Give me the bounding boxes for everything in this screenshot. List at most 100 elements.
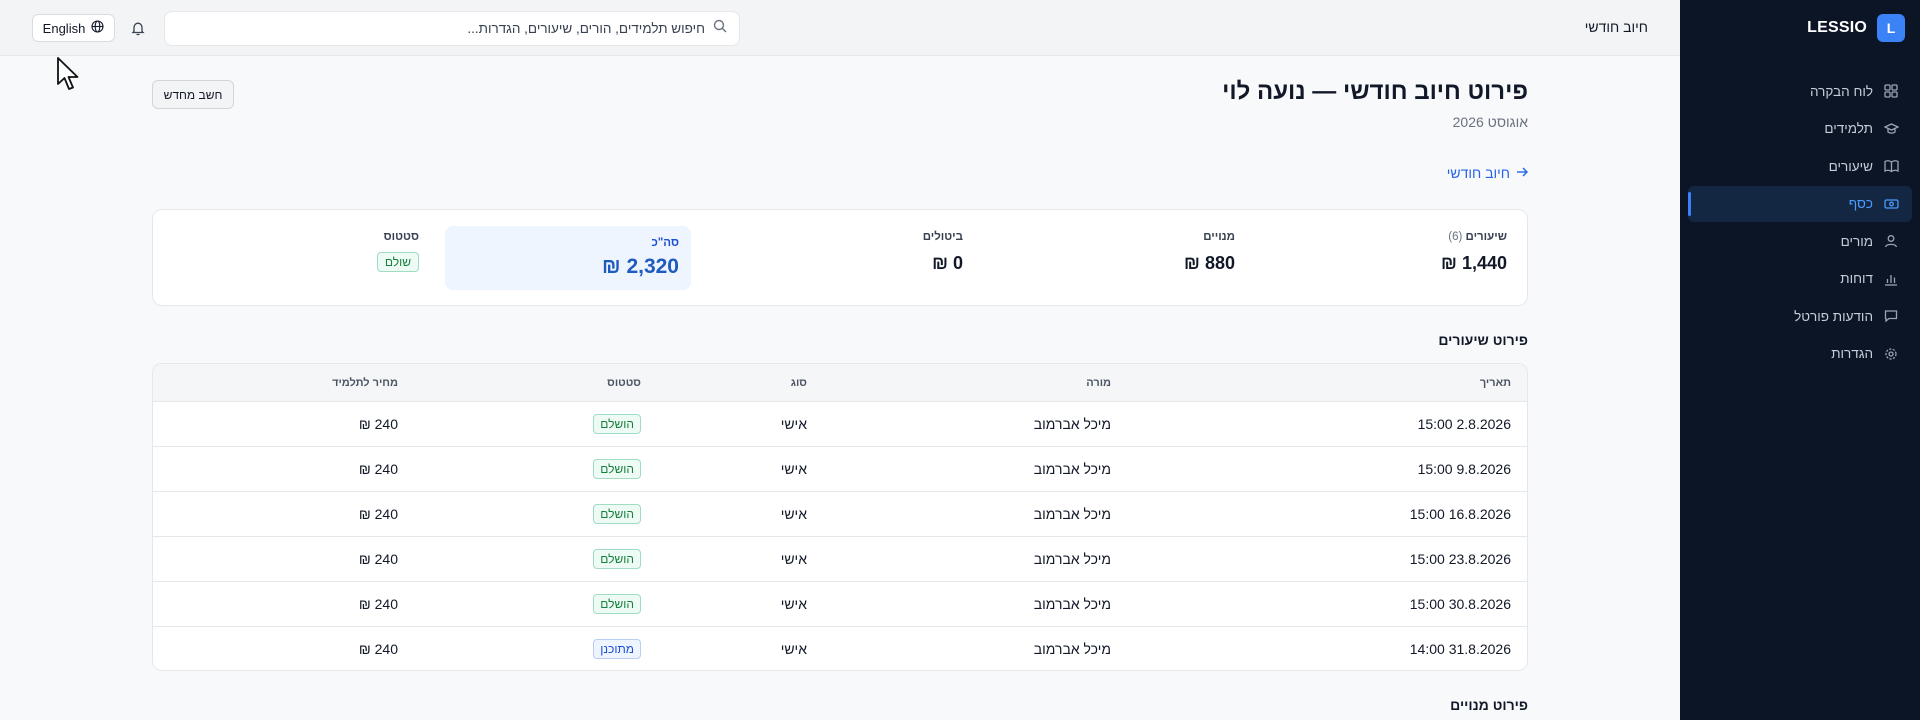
status-badge: הושלם — [593, 504, 641, 524]
cell-teacher: מיכל אברמוב — [1033, 461, 1111, 477]
cell-price: 240 ₪ — [358, 641, 398, 657]
stat-subscriptions-value: 880 ₪ — [1184, 253, 1235, 273]
user-icon — [1883, 233, 1899, 249]
status-badge: מתוכנן — [593, 639, 641, 659]
cell-type: אישי — [780, 506, 807, 522]
sidebar-item-label: דוחות — [1840, 271, 1873, 286]
status-badge: שולם — [376, 252, 419, 272]
stat-lessons-value: 1,440 ₪ — [1441, 253, 1507, 273]
cell-price: 240 ₪ — [358, 596, 398, 612]
cell-type: אישי — [780, 641, 807, 657]
page-subtitle: אוגוסט 2026 — [1452, 114, 1528, 130]
cell-type: אישי — [780, 551, 807, 567]
book-icon — [1883, 158, 1899, 174]
stat-lessons-label-text: שיעורים — [1465, 231, 1507, 243]
col-type[interactable]: סוג — [791, 377, 807, 389]
cell-type: אישי — [780, 461, 807, 477]
page-crumb: חיוב חודשי — [1584, 19, 1648, 35]
stat-lessons-label: שיעורים (6) — [1448, 231, 1507, 243]
table-row[interactable]: 23.8.2026 15:00 מיכל אברמוב אישי הושלם 2… — [153, 537, 1527, 582]
cell-type: אישי — [780, 596, 807, 612]
lessons-section-title: פירוט שיעורים — [1438, 332, 1528, 348]
language-button[interactable]: English — [32, 14, 115, 42]
col-price[interactable]: מחיר לתלמיד — [332, 377, 398, 389]
back-link-label: חיוב חודשי — [1446, 165, 1510, 181]
sidebar-item-money[interactable]: כסף — [1688, 185, 1912, 222]
table-row[interactable]: 2.8.2026 15:00 מיכל אברמוב אישי הושלם 24… — [153, 402, 1527, 447]
sidebar-item-lessons[interactable]: שיעורים — [1688, 148, 1912, 184]
language-label: English — [42, 20, 86, 36]
sidebar: L LESSIO לוח הבקרה תלמידים שיעורים כסף מ… — [1680, 0, 1920, 720]
cell-teacher: מיכל אברמוב — [1033, 551, 1111, 567]
sidebar-nav: לוח הבקרה תלמידים שיעורים כסף מורים דוחו… — [1680, 73, 1920, 372]
stat-cancellations-value: 0 ₪ — [932, 253, 963, 273]
stat-subscriptions-label: מנויים — [1203, 231, 1235, 243]
cell-date: 2.8.2026 15:00 — [1417, 416, 1511, 432]
col-status[interactable]: סטטוס — [607, 377, 641, 389]
cell-price: 240 ₪ — [358, 551, 398, 567]
search-input[interactable] — [177, 21, 705, 36]
stat-cancellations-label: ביטולים — [922, 231, 963, 243]
cell-teacher: מיכל אברמוב — [1033, 506, 1111, 522]
dashboard-icon — [1883, 83, 1899, 99]
stat-lessons-count: (6) — [1448, 231, 1463, 243]
cell-date: 23.8.2026 15:00 — [1409, 551, 1511, 567]
sidebar-item-label: מורים — [1840, 233, 1873, 249]
back-link[interactable]: חיוב חודשי — [1447, 165, 1528, 181]
cell-price: 240 ₪ — [358, 461, 398, 477]
sidebar-item-label: הודעות פורטל — [1794, 308, 1873, 324]
arrow-right-icon — [1516, 165, 1528, 181]
sidebar-item-teachers[interactable]: מורים — [1688, 223, 1912, 259]
status-badge: הושלם — [593, 414, 641, 434]
col-date[interactable]: תאריך — [1480, 377, 1511, 389]
subscriptions-section-title: פירוט מנויים — [1450, 697, 1528, 713]
table-row[interactable]: 30.8.2026 15:00 מיכל אברמוב אישי הושלם 2… — [153, 582, 1527, 627]
sidebar-item-students[interactable]: תלמידים — [1688, 111, 1912, 147]
stat-status-label: סטטוס — [383, 231, 419, 243]
cell-price: 240 ₪ — [358, 416, 398, 432]
summary-card: שיעורים (6) 1,440 ₪ מנויים 880 ₪ ביטולים… — [152, 209, 1528, 306]
money-icon — [1883, 196, 1899, 212]
sidebar-item-label: שיעורים — [1828, 158, 1873, 174]
sidebar-item-label: תלמידים — [1824, 121, 1873, 136]
sidebar-item-label: לוח הבקרה — [1810, 83, 1873, 99]
brand[interactable]: L LESSIO — [1680, 0, 1920, 56]
sidebar-item-label: כסף — [1848, 196, 1873, 211]
mouse-cursor-icon — [57, 57, 79, 90]
page-title: פירוט חיוב חודשי — נועה לוי — [1222, 78, 1528, 105]
sidebar-item-dashboard[interactable]: לוח הבקרה — [1688, 73, 1912, 109]
table-header: תאריך מורה סוג סטטוס מחיר לתלמיד — [153, 364, 1527, 402]
cell-date: 16.8.2026 15:00 — [1409, 506, 1511, 522]
cell-teacher: מיכל אברמוב — [1033, 416, 1111, 432]
sidebar-item-portal-messages[interactable]: הודעות פורטל — [1688, 298, 1912, 334]
cell-teacher: מיכל אברמוב — [1033, 596, 1111, 612]
cell-date: 30.8.2026 15:00 — [1409, 596, 1511, 612]
stat-total-value: 2,320 ₪ — [602, 255, 679, 278]
col-teacher[interactable]: מורה — [1086, 377, 1111, 389]
cell-type: אישי — [780, 416, 807, 432]
gear-icon — [1883, 346, 1899, 362]
stat-total: סה"כ 2,320 ₪ — [445, 226, 691, 290]
cell-teacher: מיכל אברמוב — [1033, 641, 1111, 657]
cell-date: 9.8.2026 15:00 — [1417, 461, 1511, 477]
search-box[interactable] — [164, 11, 740, 46]
sidebar-item-settings[interactable]: הגדרות — [1688, 336, 1912, 372]
table-row[interactable]: 31.8.2026 14:00 מיכל אברמוב אישי מתוכנן … — [153, 627, 1527, 670]
sidebar-item-label: הגדרות — [1831, 346, 1873, 361]
status-badge: הושלם — [593, 594, 641, 614]
status-badge: הושלם — [593, 549, 641, 569]
globe-icon — [91, 20, 104, 36]
cell-price: 240 ₪ — [358, 506, 398, 522]
brand-badge: L — [1877, 14, 1905, 42]
stat-total-label: סה"כ — [651, 237, 679, 249]
bell-icon[interactable] — [128, 18, 148, 38]
lessons-table: תאריך מורה סוג סטטוס מחיר לתלמיד 2.8.202… — [152, 363, 1528, 671]
message-icon — [1883, 308, 1899, 324]
cell-date: 31.8.2026 14:00 — [1409, 641, 1511, 657]
topbar: חיוב חודשי English — [0, 0, 1680, 56]
sidebar-item-reports[interactable]: דוחות — [1688, 261, 1912, 297]
recalculate-button[interactable]: חשב מחדש — [152, 80, 234, 109]
table-row[interactable]: 9.8.2026 15:00 מיכל אברמוב אישי הושלם 24… — [153, 447, 1527, 492]
bar-chart-icon — [1883, 271, 1899, 287]
table-row[interactable]: 16.8.2026 15:00 מיכל אברמוב אישי הושלם 2… — [153, 492, 1527, 537]
